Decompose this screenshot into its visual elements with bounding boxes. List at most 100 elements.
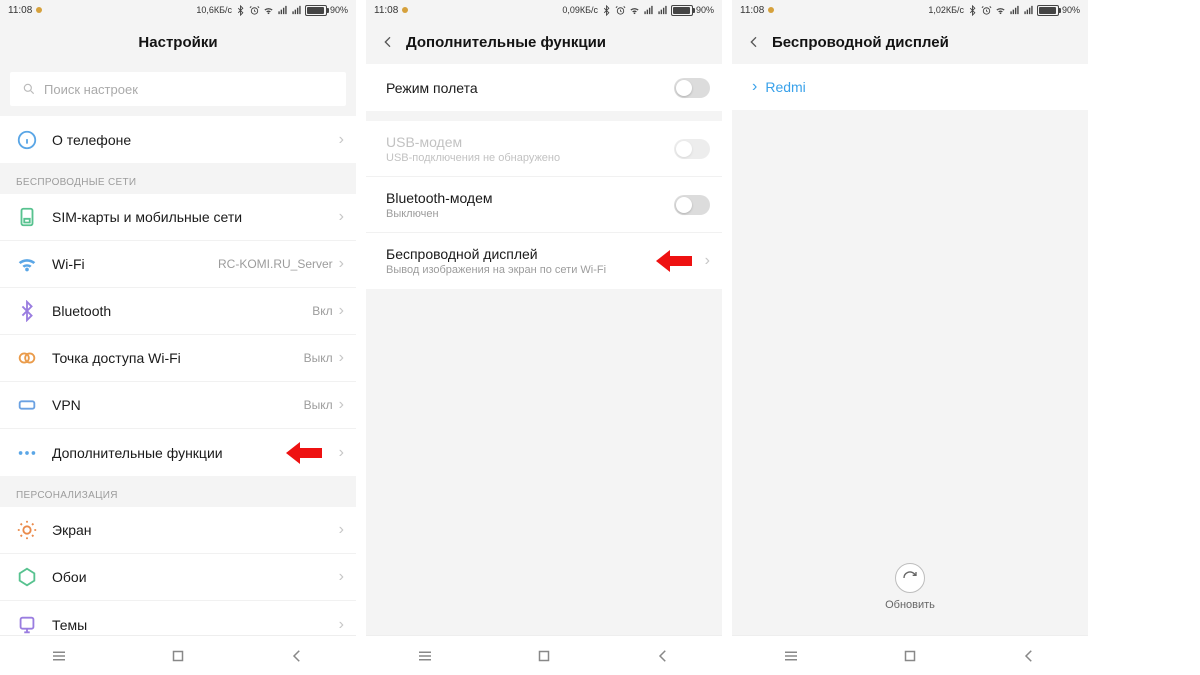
- nav-back-button[interactable]: [1020, 647, 1038, 665]
- network-speed: 10,6КБ/с: [196, 5, 232, 15]
- notification-dot-icon: [36, 7, 42, 13]
- nav-recent-button[interactable]: [50, 647, 68, 665]
- nav-recent-button[interactable]: [416, 647, 434, 665]
- clock: 11:08: [740, 5, 764, 16]
- chevron-right-icon: ›: [705, 252, 710, 270]
- row-themes[interactable]: Темы ›: [0, 601, 356, 635]
- nav-home-button[interactable]: [169, 647, 187, 665]
- header: Дополнительные функции: [366, 20, 722, 64]
- signal2-icon: [1023, 5, 1034, 16]
- battery-percent: 90%: [1062, 5, 1080, 15]
- hotspot-icon: [16, 347, 38, 369]
- row-vpn[interactable]: VPN Выкл ›: [0, 382, 356, 429]
- row-airplane[interactable]: Режим полета: [366, 64, 722, 111]
- section-wireless: БЕСПРОВОДНЫЕ СЕТИ: [0, 163, 356, 194]
- wifi-icon: [995, 5, 1006, 16]
- notification-dot-icon: [402, 7, 408, 13]
- bluetooth-icon: [235, 5, 246, 16]
- section-personal: ПЕРСОНАЛИЗАЦИЯ: [0, 476, 356, 507]
- hotspot-value: Выкл: [304, 351, 333, 365]
- nav-back-button[interactable]: [654, 647, 672, 665]
- nav-bar: [366, 635, 722, 675]
- header: Беспроводной дисплей: [732, 20, 1088, 64]
- row-wifi[interactable]: Wi-Fi RC-KOMI.RU_Server ›: [0, 241, 356, 288]
- refresh-button[interactable]: [895, 563, 925, 593]
- phone-wireless-display: 11:08 1,02КБ/с 90% Беспроводной дисплей …: [732, 0, 1088, 675]
- wifi-value: RC-KOMI.RU_Server: [218, 257, 333, 271]
- vpn-icon: [16, 394, 38, 416]
- clock: 11:08: [8, 5, 32, 16]
- bluetooth-icon: [967, 5, 978, 16]
- refresh-label: Обновить: [885, 599, 935, 611]
- info-icon: [16, 129, 38, 151]
- nav-recent-button[interactable]: [782, 647, 800, 665]
- wallpaper-icon: [16, 566, 38, 588]
- row-about-phone[interactable]: О телефоне ›: [0, 116, 356, 163]
- row-wallpaper[interactable]: Обои ›: [0, 554, 356, 601]
- wifi-icon: [263, 5, 274, 16]
- nav-home-button[interactable]: [535, 647, 553, 665]
- battery-icon: [671, 5, 693, 16]
- chevron-right-icon: ›: [339, 444, 344, 462]
- wireless-display-body: Обновить: [732, 110, 1088, 635]
- clock: 11:08: [374, 5, 398, 16]
- chevron-right-icon: ›: [752, 78, 757, 96]
- row-bluetooth[interactable]: Bluetooth Вкл ›: [0, 288, 356, 335]
- alarm-icon: [615, 5, 626, 16]
- alarm-icon: [981, 5, 992, 16]
- wifi-icon: [629, 5, 640, 16]
- signal-icon: [643, 5, 654, 16]
- row-bt-tether[interactable]: Bluetooth-модем Выключен: [366, 177, 722, 233]
- phone-settings: 11:08 10,6КБ/с 90% Настройки Поиск настр…: [0, 0, 356, 675]
- chevron-right-icon: ›: [339, 396, 344, 414]
- battery-percent: 90%: [696, 5, 714, 15]
- chevron-right-icon: ›: [339, 616, 344, 634]
- row-hotspot[interactable]: Точка доступа Wi-Fi Выкл ›: [0, 335, 356, 382]
- chevron-right-icon: ›: [339, 568, 344, 586]
- signal-icon: [1009, 5, 1020, 16]
- nav-bar: [732, 635, 1088, 675]
- search-placeholder: Поиск настроек: [44, 82, 138, 97]
- header: Настройки: [0, 20, 356, 64]
- nav-home-button[interactable]: [901, 647, 919, 665]
- device-redmi-link[interactable]: › Redmi: [732, 64, 1088, 110]
- back-button[interactable]: [746, 34, 762, 50]
- phone-more-functions: 11:08 0,09КБ/с 90% Дополнительные функци…: [366, 0, 722, 675]
- row-more-functions[interactable]: Дополнительные функции ›: [0, 429, 356, 476]
- chevron-right-icon: ›: [339, 521, 344, 539]
- battery-icon: [305, 5, 327, 16]
- signal2-icon: [657, 5, 668, 16]
- bluetooth-value: Вкл: [312, 304, 332, 318]
- nav-back-button[interactable]: [288, 647, 306, 665]
- chevron-right-icon: ›: [339, 302, 344, 320]
- wifi-row-icon: [16, 253, 38, 275]
- chevron-right-icon: ›: [339, 349, 344, 367]
- toggle-airplane[interactable]: [674, 78, 710, 98]
- row-wireless-display[interactable]: Беспроводной дисплей Вывод изображения н…: [366, 233, 722, 289]
- bluetooth-row-icon: [16, 300, 38, 322]
- page-title: Дополнительные функции: [406, 34, 606, 51]
- battery-icon: [1037, 5, 1059, 16]
- toggle-bt-tether[interactable]: [674, 195, 710, 215]
- more-icon: [16, 442, 38, 464]
- network-speed: 0,09КБ/с: [562, 5, 598, 15]
- row-display[interactable]: Экран ›: [0, 507, 356, 554]
- signal-icon: [277, 5, 288, 16]
- signal2-icon: [291, 5, 302, 16]
- alarm-icon: [249, 5, 260, 16]
- notification-dot-icon: [768, 7, 774, 13]
- row-sim[interactable]: SIM-карты и мобильные сети ›: [0, 194, 356, 241]
- sim-icon: [16, 206, 38, 228]
- refresh-icon: [902, 570, 918, 586]
- search-input[interactable]: Поиск настроек: [10, 72, 346, 106]
- network-speed: 1,02КБ/с: [928, 5, 964, 15]
- vpn-value: Выкл: [304, 398, 333, 412]
- themes-icon: [16, 614, 38, 636]
- back-button[interactable]: [380, 34, 396, 50]
- status-bar: 11:08 1,02КБ/с 90%: [732, 0, 1088, 20]
- device-name: Redmi: [765, 79, 805, 95]
- status-bar: 11:08 10,6КБ/с 90%: [0, 0, 356, 20]
- status-bar: 11:08 0,09КБ/с 90%: [366, 0, 722, 20]
- nav-bar: [0, 635, 356, 675]
- display-icon: [16, 519, 38, 541]
